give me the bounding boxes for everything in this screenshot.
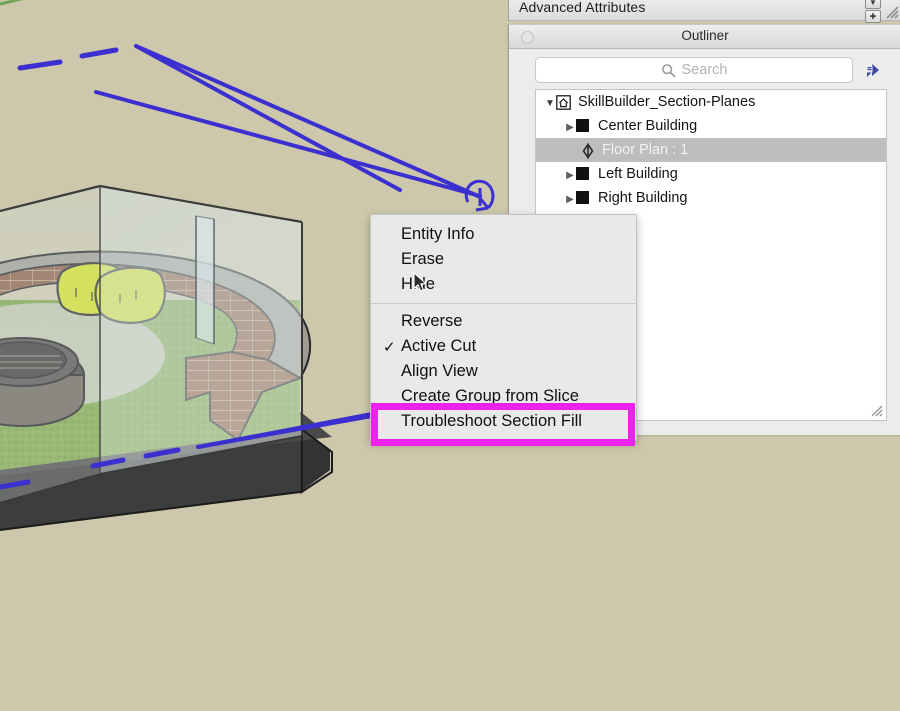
tree-row[interactable]: ▶ Right Building xyxy=(536,186,886,210)
tree-item-label: SkillBuilder_Section-Planes xyxy=(578,93,756,110)
outliner-search-row: Search xyxy=(509,49,900,89)
tree-row[interactable]: ▶ Left Building xyxy=(536,162,886,186)
context-menu[interactable]: Entity Info Erase Hide Reverse ✓ Active … xyxy=(370,214,637,441)
home-component-icon xyxy=(556,94,571,110)
chevron-down-icon[interactable]: ▼ xyxy=(865,0,881,9)
menu-item-label: Entity Info xyxy=(401,225,475,243)
menu-separator xyxy=(371,303,636,304)
resize-grip-icon[interactable] xyxy=(885,5,899,19)
outliner-title: Outliner xyxy=(681,28,729,43)
plus-icon[interactable]: ✚ xyxy=(865,10,881,23)
tree-item-label: Center Building xyxy=(598,117,698,134)
sketchup-screenshot: Advanced Attributes ▼ ✚ Outliner Search … xyxy=(0,0,900,711)
menu-item-label: Create Group from Slice xyxy=(401,387,579,405)
menu-item-entity-info[interactable]: Entity Info xyxy=(371,222,636,247)
menu-item-label: Align View xyxy=(401,362,478,380)
group-black-icon xyxy=(576,166,591,182)
menu-item-reverse[interactable]: Reverse xyxy=(371,309,636,334)
menu-item-erase[interactable]: Erase xyxy=(371,247,636,272)
tree-row[interactable]: ▼ SkillBuilder_Section-Planes xyxy=(536,90,886,114)
twisty-right-icon[interactable]: ▶ xyxy=(564,166,576,182)
advanced-attributes-controls[interactable]: ▼ ✚ xyxy=(865,0,883,23)
menu-item-label: Troubleshoot Section Fill xyxy=(401,412,582,430)
search-placeholder: Search xyxy=(681,62,728,78)
menu-item-troubleshoot-section-fill[interactable]: Troubleshoot Section Fill xyxy=(371,409,636,434)
menu-item-hide[interactable]: Hide xyxy=(371,272,636,297)
tree-row[interactable]: ▶ Center Building xyxy=(536,114,886,138)
twisty-right-icon[interactable]: ▶ xyxy=(564,118,576,134)
menu-item-label: Erase xyxy=(401,250,445,268)
menu-item-label: Reverse xyxy=(401,312,463,330)
twisty-down-icon[interactable]: ▼ xyxy=(544,94,556,110)
group-black-icon xyxy=(576,118,591,134)
outliner-title-bar[interactable]: Outliner xyxy=(509,25,900,49)
checkmark-icon: ✓ xyxy=(383,338,396,356)
search-input[interactable]: Search xyxy=(535,57,853,83)
tree-item-label: Left Building xyxy=(598,165,678,182)
tree-row-selected[interactable]: Floor Plan : 1 xyxy=(536,138,886,162)
search-icon xyxy=(661,63,675,77)
menu-item-create-group-from-slice[interactable]: Create Group from Slice xyxy=(371,384,636,409)
menu-item-label: Hide xyxy=(401,275,435,293)
section-plane-icon xyxy=(580,142,595,159)
tree-item-label: Floor Plan : 1 xyxy=(602,141,689,158)
menu-item-active-cut[interactable]: ✓ Active Cut xyxy=(371,334,636,359)
tree-item-label: Right Building xyxy=(598,189,688,206)
details-arrow-icon[interactable] xyxy=(861,57,885,81)
advanced-attributes-header[interactable]: Advanced Attributes ▼ ✚ xyxy=(508,0,900,23)
twisty-right-icon[interactable]: ▶ xyxy=(564,190,576,206)
advanced-attributes-title: Advanced Attributes xyxy=(519,0,646,15)
group-black-icon xyxy=(576,190,591,206)
resize-grip-icon[interactable] xyxy=(870,404,883,417)
menu-item-label: Active Cut xyxy=(401,337,477,355)
menu-item-align-view[interactable]: Align View xyxy=(371,359,636,384)
